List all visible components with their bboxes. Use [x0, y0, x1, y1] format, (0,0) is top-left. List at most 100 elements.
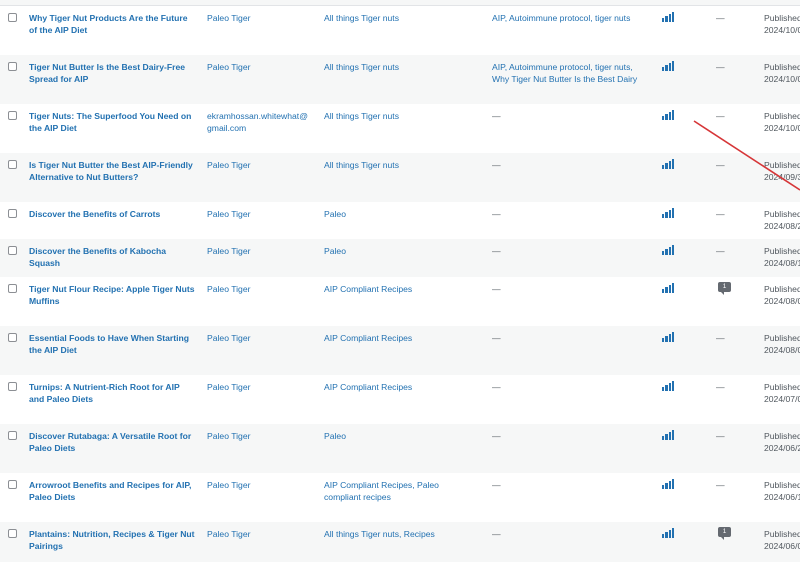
comment-count: — [716, 382, 725, 392]
row-checkbox[interactable] [8, 284, 17, 293]
seo-bar [668, 333, 671, 342]
post-title-link[interactable]: Why Tiger Nut Products Are the Future of… [29, 12, 197, 36]
post-date: 2024/10/0 [764, 123, 800, 133]
post-categories[interactable]: All things Tiger nuts [324, 61, 474, 73]
post-status-date: Published 2024/06/1 [764, 479, 800, 503]
post-categories[interactable]: Paleo [324, 245, 474, 257]
seo-bar [671, 245, 675, 255]
seo-bar [665, 531, 668, 538]
post-tags[interactable]: AIP, Autoimmune protocol, tiger nuts [492, 12, 652, 24]
post-title-link[interactable]: Arrowroot Benefits and Recipes for AIP, … [29, 479, 197, 503]
post-tags: — [492, 111, 501, 121]
seo-bar [665, 15, 668, 22]
post-title-link[interactable]: Tiger Nut Flour Recipe: Apple Tiger Nuts… [29, 283, 197, 307]
post-author-link[interactable]: Paleo Tiger [207, 245, 312, 257]
seo-bar [665, 113, 668, 120]
post-author-link[interactable]: Paleo Tiger [207, 283, 312, 295]
post-date: 2024/07/0 [764, 394, 800, 404]
post-categories[interactable]: All things Tiger nuts [324, 12, 474, 24]
post-author-link[interactable]: Paleo Tiger [207, 208, 312, 220]
table-row: Tiger Nut Butter Is the Best Dairy-Free … [0, 55, 800, 104]
post-author-link[interactable]: Paleo Tiger [207, 479, 312, 491]
post-title-link[interactable]: Essential Foods to Have When Starting th… [29, 332, 197, 356]
post-status: Published [764, 209, 800, 219]
seo-bar [671, 110, 675, 120]
post-status: Published [764, 62, 800, 72]
post-tags[interactable]: AIP, Autoimmune protocol, tiger nuts, Wh… [492, 61, 652, 85]
seo-score-icon[interactable] [662, 12, 675, 22]
row-checkbox[interactable] [8, 160, 17, 169]
row-checkbox[interactable] [8, 333, 17, 342]
row-checkbox[interactable] [8, 111, 17, 120]
seo-bar [662, 116, 665, 120]
table-row: Tiger Nuts: The Superfood You Need on th… [0, 104, 800, 153]
post-categories[interactable]: All things Tiger nuts [324, 159, 474, 171]
row-checkbox[interactable] [8, 480, 17, 489]
post-categories[interactable]: AIP Compliant Recipes [324, 381, 474, 393]
post-categories[interactable]: AIP Compliant Recipes [324, 283, 474, 295]
table-row: Discover the Benefits of Carrots Paleo T… [0, 202, 800, 239]
table-row: Arrowroot Benefits and Recipes for AIP, … [0, 473, 800, 522]
post-status: Published [764, 13, 800, 23]
row-checkbox[interactable] [8, 382, 17, 391]
seo-bar [665, 248, 668, 255]
seo-score-icon[interactable] [662, 245, 675, 255]
seo-score-icon[interactable] [662, 283, 675, 293]
row-checkbox[interactable] [8, 529, 17, 538]
post-author-link[interactable]: ekramhossan.whitewhat@gmail.com [207, 110, 312, 134]
post-status-date: Published 2024/08/0 [764, 283, 800, 307]
seo-bar [662, 485, 665, 489]
row-checkbox[interactable] [8, 246, 17, 255]
comment-count: — [716, 209, 725, 219]
seo-score-icon[interactable] [662, 110, 675, 120]
post-author-link[interactable]: Paleo Tiger [207, 61, 312, 73]
row-checkbox[interactable] [8, 431, 17, 440]
row-checkbox[interactable] [8, 62, 17, 71]
post-title-link[interactable]: Tiger Nuts: The Superfood You Need on th… [29, 110, 197, 134]
seo-score-icon[interactable] [662, 479, 675, 489]
seo-score-icon[interactable] [662, 61, 675, 71]
post-categories[interactable]: Paleo [324, 430, 474, 442]
seo-score-icon[interactable] [662, 381, 675, 391]
row-checkbox[interactable] [8, 209, 17, 218]
post-categories[interactable]: Paleo [324, 208, 474, 220]
post-title-link[interactable]: Turnips: A Nutrient-Rich Root for AIP an… [29, 381, 197, 405]
post-title-link[interactable]: Is Tiger Nut Butter the Best AIP-Friendl… [29, 159, 197, 183]
post-status-date: Published 2024/10/0 [764, 110, 800, 134]
post-date: 2024/08/0 [764, 296, 800, 306]
table-row: Turnips: A Nutrient-Rich Root for AIP an… [0, 375, 800, 424]
post-status: Published [764, 111, 800, 121]
post-author-link[interactable]: Paleo Tiger [207, 528, 312, 540]
post-title-link[interactable]: Discover Rutabaga: A Versatile Root for … [29, 430, 197, 454]
post-title-link[interactable]: Plantains: Nutrition, Recipes & Tiger Nu… [29, 528, 197, 552]
seo-bar [671, 430, 675, 440]
post-tags: — [492, 160, 501, 170]
post-status-date: Published 2024/10/0 [764, 61, 800, 85]
post-status: Published [764, 382, 800, 392]
post-categories[interactable]: All things Tiger nuts [324, 110, 474, 122]
seo-score-icon[interactable] [662, 430, 675, 440]
comment-count: — [716, 160, 725, 170]
post-author-link[interactable]: Paleo Tiger [207, 12, 312, 24]
row-checkbox[interactable] [8, 13, 17, 22]
seo-score-icon[interactable] [662, 208, 675, 218]
post-title-link[interactable]: Tiger Nut Butter Is the Best Dairy-Free … [29, 61, 197, 85]
post-author-link[interactable]: Paleo Tiger [207, 332, 312, 344]
post-categories[interactable]: All things Tiger nuts, Recipes [324, 528, 474, 540]
comment-count-bubble-icon[interactable]: 1 [718, 282, 731, 295]
seo-score-icon[interactable] [662, 332, 675, 342]
post-categories[interactable]: AIP Compliant Recipes [324, 332, 474, 344]
post-status-date: Published 2024/08/0 [764, 332, 800, 356]
post-author-link[interactable]: Paleo Tiger [207, 381, 312, 393]
seo-score-icon[interactable] [662, 159, 675, 169]
post-author-link[interactable]: Paleo Tiger [207, 159, 312, 171]
post-author-link[interactable]: Paleo Tiger [207, 430, 312, 442]
post-status: Published [764, 160, 800, 170]
post-title-link[interactable]: Discover the Benefits of Kabocha Squash [29, 245, 197, 269]
seo-bar [671, 208, 675, 218]
comment-count-bubble-icon[interactable]: 1 [718, 527, 731, 540]
seo-score-icon[interactable] [662, 528, 675, 538]
post-categories[interactable]: AIP Compliant Recipes, Paleo compliant r… [324, 479, 474, 503]
post-title-link[interactable]: Discover the Benefits of Carrots [29, 208, 197, 220]
seo-bar [665, 64, 668, 71]
